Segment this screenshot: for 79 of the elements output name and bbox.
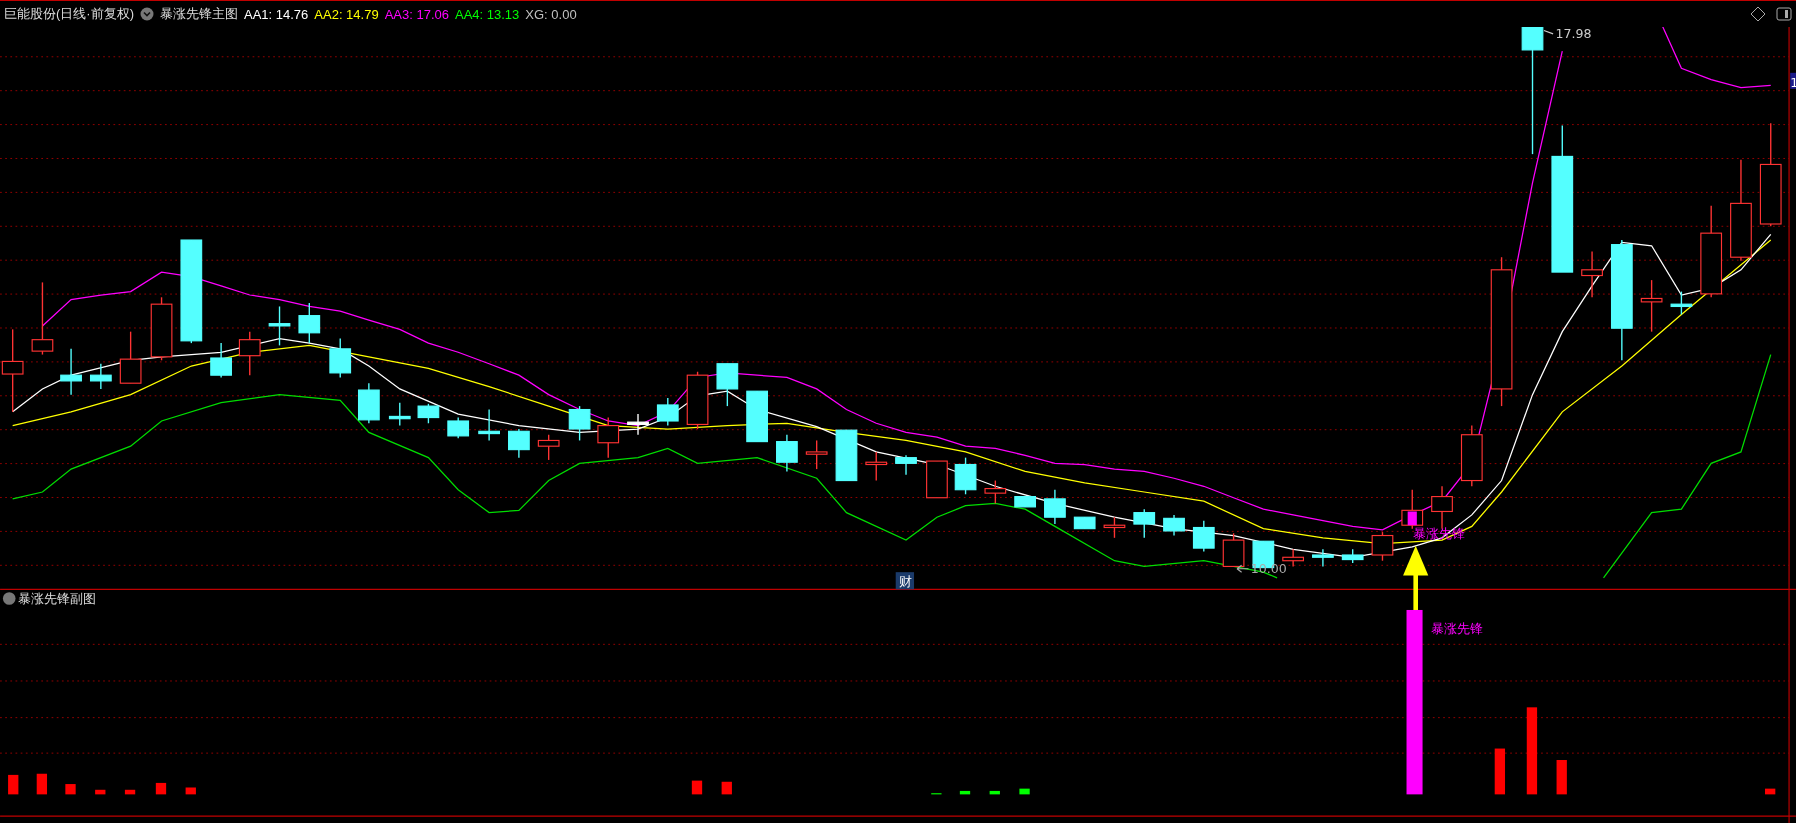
candlestick	[1133, 508, 1156, 539]
candlestick	[686, 371, 709, 430]
indicator-bar	[185, 787, 196, 795]
candlestick	[776, 434, 798, 473]
candlestick	[329, 337, 352, 379]
candlestick	[1222, 532, 1245, 568]
candlestick	[1103, 516, 1126, 539]
candlestick	[1581, 250, 1603, 298]
candlestick	[150, 296, 173, 361]
leader-line	[1543, 29, 1554, 35]
indicator-value: AA2: 14.79	[314, 6, 379, 22]
indicator-value: AA4: 13.13	[455, 6, 520, 22]
candlestick	[1044, 489, 1066, 525]
candlestick	[1371, 531, 1394, 562]
candlestick	[238, 330, 261, 376]
candlestick	[1014, 495, 1036, 508]
indicator-bar	[1765, 788, 1776, 795]
candlestick	[984, 479, 1007, 505]
indicator-title: 暴涨先锋主图	[160, 5, 238, 23]
event-badge[interactable]: 财	[895, 572, 915, 590]
candlestick	[447, 416, 470, 439]
dropdown-icon[interactable]	[140, 7, 154, 21]
candlestick	[1341, 548, 1364, 564]
candlestick	[298, 302, 321, 344]
high-price-label: 17.98	[1555, 27, 1592, 42]
stock-title: 巨能股份(日线·前复权)	[4, 5, 134, 23]
indicator-bar	[1556, 760, 1567, 795]
signal-label: 暴涨先锋	[1430, 620, 1483, 636]
candlestick	[835, 429, 858, 482]
indicator-bar	[155, 782, 167, 795]
candlestick	[597, 416, 620, 459]
candlestick	[954, 456, 977, 495]
indicator-bar	[65, 784, 76, 795]
indicator-value: XG: 0.00	[525, 6, 577, 22]
candlestick	[656, 397, 679, 427]
candlestick	[716, 363, 739, 407]
indicator-bar	[959, 790, 971, 795]
candlestick	[89, 363, 112, 390]
candlestick	[417, 403, 440, 424]
indicator-bar	[36, 773, 47, 795]
candlestick	[1670, 290, 1693, 316]
sub-chart-title: 暴涨先锋副图	[18, 591, 97, 607]
candlestick	[1640, 279, 1663, 333]
candlestick	[537, 434, 560, 461]
candlestick	[1312, 548, 1334, 568]
indicator-bar	[8, 774, 19, 795]
candlestick	[119, 330, 142, 384]
indicator-bar	[1019, 788, 1030, 795]
indicator-bar	[1494, 748, 1505, 795]
indicator-bar	[124, 789, 136, 795]
candlestick	[508, 428, 530, 459]
candlestick	[895, 454, 917, 476]
candlestick	[268, 305, 291, 347]
candlestick	[388, 402, 411, 427]
indicator-value: AA3: 17.06	[384, 6, 449, 22]
indicator-bar	[691, 780, 703, 795]
candlestick	[1460, 424, 1483, 487]
diamond-icon[interactable]	[1750, 6, 1766, 22]
candlestick	[746, 390, 768, 443]
indicator-bar	[989, 790, 1000, 795]
candlestick	[805, 439, 828, 470]
indicator-bar	[721, 781, 732, 795]
panel-icon[interactable]	[1776, 6, 1792, 22]
candlestick	[627, 413, 649, 436]
candlestick	[865, 451, 888, 482]
candlestick	[210, 342, 232, 379]
indicator-bar	[95, 789, 106, 795]
candlestick	[478, 408, 500, 442]
candlestick	[568, 405, 591, 442]
candlestick	[1192, 519, 1215, 553]
dropdown-icon[interactable]	[2, 592, 16, 605]
indicator-value: AA1: 14.76	[244, 6, 309, 22]
candlestick	[1163, 514, 1185, 537]
candlestick	[357, 382, 380, 424]
candlestick	[60, 348, 82, 396]
indicator-bar	[931, 793, 942, 795]
candlestick	[926, 460, 948, 499]
arrow-icon	[1236, 564, 1250, 573]
candlestick	[1073, 516, 1096, 530]
